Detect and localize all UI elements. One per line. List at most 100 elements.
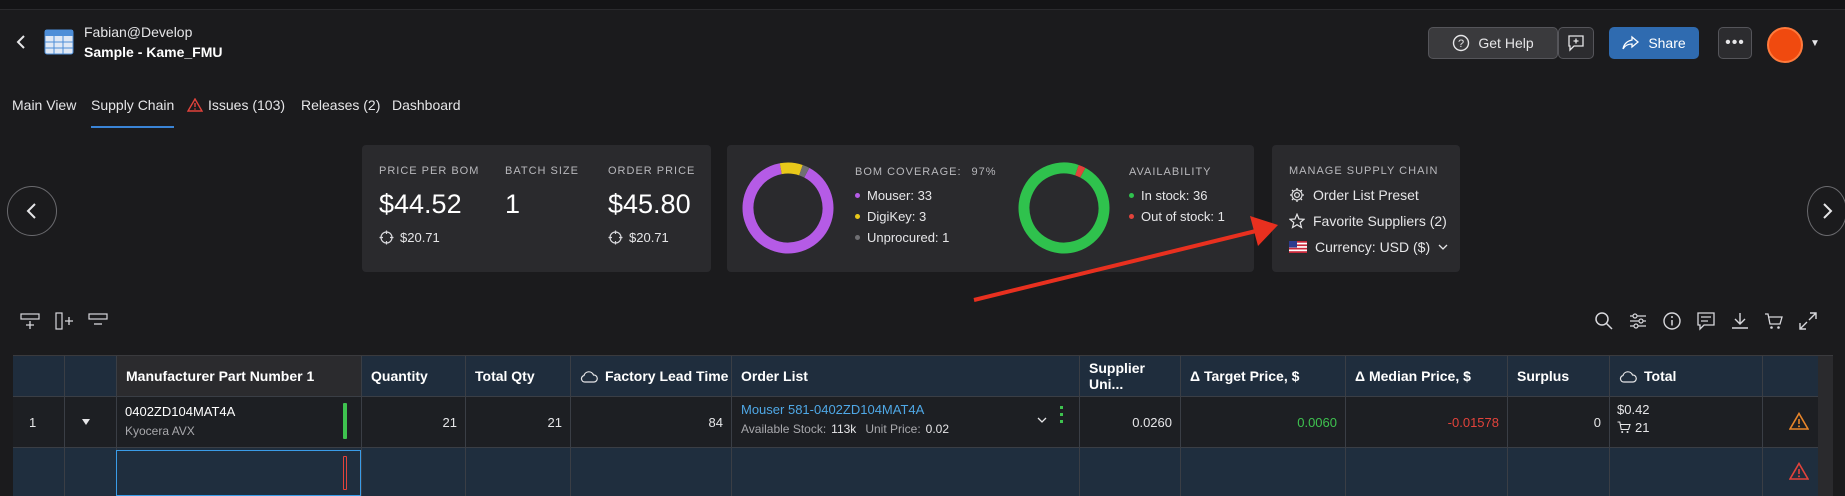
unit-price-label: Unit Price:: [865, 422, 921, 436]
manage-supply-chain-label: MANAGE SUPPLY CHAIN: [1289, 165, 1439, 177]
price-summary-card: PRICE PER BOM $44.52 $20.71 BATCH SIZE 1…: [362, 145, 711, 272]
more-options-button[interactable]: •••: [1718, 27, 1752, 59]
legend-dot: [855, 193, 860, 198]
tab-issues[interactable]: Issues (103): [187, 98, 285, 128]
legend-digikey-label: DigiKey: 3: [867, 209, 927, 224]
lead-time-value: 84: [708, 415, 723, 430]
cloud-icon: [1619, 370, 1637, 383]
info-icon: [1663, 312, 1681, 330]
insert-column-icon: [55, 312, 73, 330]
currency-selector[interactable]: Currency: USD ($): [1289, 234, 1448, 260]
comments-icon: [1697, 312, 1715, 331]
surplus-value: 0: [1593, 415, 1601, 430]
header-quantity[interactable]: Quantity: [361, 356, 465, 396]
workspace-user: Fabian@Develop: [84, 24, 193, 40]
share-label: Share: [1648, 35, 1686, 51]
get-help-button[interactable]: ? Get Help: [1428, 27, 1558, 59]
order-list-details: Available Stock: 113k Unit Price: 0.02: [741, 422, 949, 436]
tab-main-view[interactable]: Main View: [12, 98, 76, 128]
tab-releases[interactable]: Releases (2): [301, 98, 380, 128]
chevron-left-icon: [26, 203, 36, 219]
quantity-value[interactable]: 21: [361, 415, 457, 430]
tab-supply-chain[interactable]: Supply Chain: [91, 98, 175, 128]
mpn-input-cell[interactable]: [116, 450, 361, 496]
order-price-target-value: $20.71: [629, 230, 669, 245]
cart-icon: [1765, 313, 1783, 329]
header-total-qty[interactable]: Total Qty: [465, 356, 570, 396]
bom-coverage-label: BOM COVERAGE:: [855, 166, 962, 178]
header-lead-time[interactable]: Factory Lead Time: [570, 356, 731, 396]
currency-label: Currency: USD ($): [1315, 239, 1431, 255]
mpn-value[interactable]: 0402ZD104MAT4A: [125, 404, 235, 419]
row-warning[interactable]: [1788, 411, 1810, 433]
tab-dashboard[interactable]: Dashboard: [392, 98, 461, 128]
info-button[interactable]: [1662, 311, 1682, 334]
vertical-scrollbar[interactable]: [1818, 356, 1833, 496]
order-price-value: $45.80: [608, 189, 691, 219]
caret-down-icon: [82, 419, 90, 425]
header-supplier-unit[interactable]: Supplier Uni...: [1079, 356, 1180, 396]
insert-row-button[interactable]: [20, 312, 40, 333]
comments-button[interactable]: [1696, 311, 1716, 334]
user-avatar[interactable]: [1767, 27, 1803, 63]
carousel-next-button[interactable]: [1807, 186, 1845, 236]
legend-dot: [855, 235, 860, 240]
price-per-bom-target-value: $20.71: [400, 230, 440, 245]
chevron-right-icon: [1823, 203, 1833, 219]
availability-label: AVAILABILITY: [1129, 166, 1212, 178]
batch-size-value[interactable]: 1: [505, 189, 520, 220]
bom-coverage-header: BOM COVERAGE: 97%: [855, 166, 997, 178]
share-button[interactable]: Share: [1609, 27, 1699, 59]
add-comment-button[interactable]: [1558, 27, 1594, 59]
total-cart: 21: [1617, 420, 1649, 435]
cart-icon: [1617, 421, 1631, 433]
legend-dot: [1129, 193, 1134, 198]
search-icon: [1595, 312, 1613, 330]
available-stock-label: Available Stock:: [741, 422, 827, 436]
header-median-price[interactable]: Δ Median Price, $: [1345, 356, 1507, 396]
order-list-preset-label: Order List Preset: [1313, 187, 1419, 203]
warning-icon: [1788, 461, 1810, 480]
delete-row-icon: [88, 313, 108, 325]
bom-coverage-percent: 97%: [971, 166, 997, 178]
insert-column-button[interactable]: [54, 312, 74, 333]
bom-coverage-segment-0: [742, 162, 834, 254]
row-error[interactable]: [1788, 461, 1810, 483]
search-button[interactable]: [1594, 311, 1614, 334]
manage-menu: Order List Preset Favorite Suppliers (2)…: [1289, 182, 1448, 260]
header-surplus[interactable]: Surplus: [1507, 356, 1609, 396]
supplier-unit-value: 0.0260: [1132, 415, 1172, 430]
header-order-list[interactable]: Order List: [731, 356, 1079, 396]
order-list-preset-link[interactable]: Order List Preset: [1289, 182, 1448, 208]
header-total[interactable]: Total: [1609, 356, 1762, 396]
bom-coverage-legend: Mouser: 33 DigiKey: 3 Unprocured: 1: [855, 185, 949, 248]
cloud-icon: [580, 370, 598, 383]
bom-grid: Manufacturer Part Number 1 Quantity Tota…: [13, 355, 1833, 496]
target-icon: [379, 230, 394, 245]
bom-coverage-donut: [742, 162, 834, 254]
delete-row-button[interactable]: [88, 312, 108, 333]
mpn-status-bar: [343, 403, 347, 439]
tab-issues-label: Issues (103): [208, 97, 286, 113]
order-list-drag-handle[interactable]: [1060, 406, 1064, 427]
download-button[interactable]: [1730, 311, 1750, 334]
header-target-price[interactable]: Δ Target Price, $: [1180, 356, 1345, 396]
row-expand-toggle[interactable]: [81, 414, 91, 429]
bom-coverage-segment-1: [742, 162, 834, 254]
back-button[interactable]: [12, 32, 32, 52]
caret-down-icon[interactable]: ▼: [1810, 38, 1820, 49]
filters-button[interactable]: [1628, 311, 1648, 334]
cart-button[interactable]: [1764, 311, 1784, 334]
favorite-suppliers-link[interactable]: Favorite Suppliers (2): [1289, 208, 1448, 234]
batch-size-label: BATCH SIZE: [505, 165, 579, 177]
expand-button[interactable]: [1798, 311, 1818, 334]
project-title: Sample - Kame_FMU: [84, 44, 223, 60]
chevron-down-icon: [1037, 417, 1047, 423]
unit-price-value: 0.02: [925, 422, 950, 436]
order-price-target: $20.71: [608, 230, 669, 245]
header-mpn[interactable]: Manufacturer Part Number 1: [116, 356, 361, 396]
order-list-link[interactable]: Mouser 581-0402ZD104MAT4A: [741, 402, 924, 417]
order-list-dropdown[interactable]: [1037, 412, 1047, 427]
total-qty-value: 21: [547, 415, 562, 430]
carousel-prev-button[interactable]: [7, 186, 57, 236]
